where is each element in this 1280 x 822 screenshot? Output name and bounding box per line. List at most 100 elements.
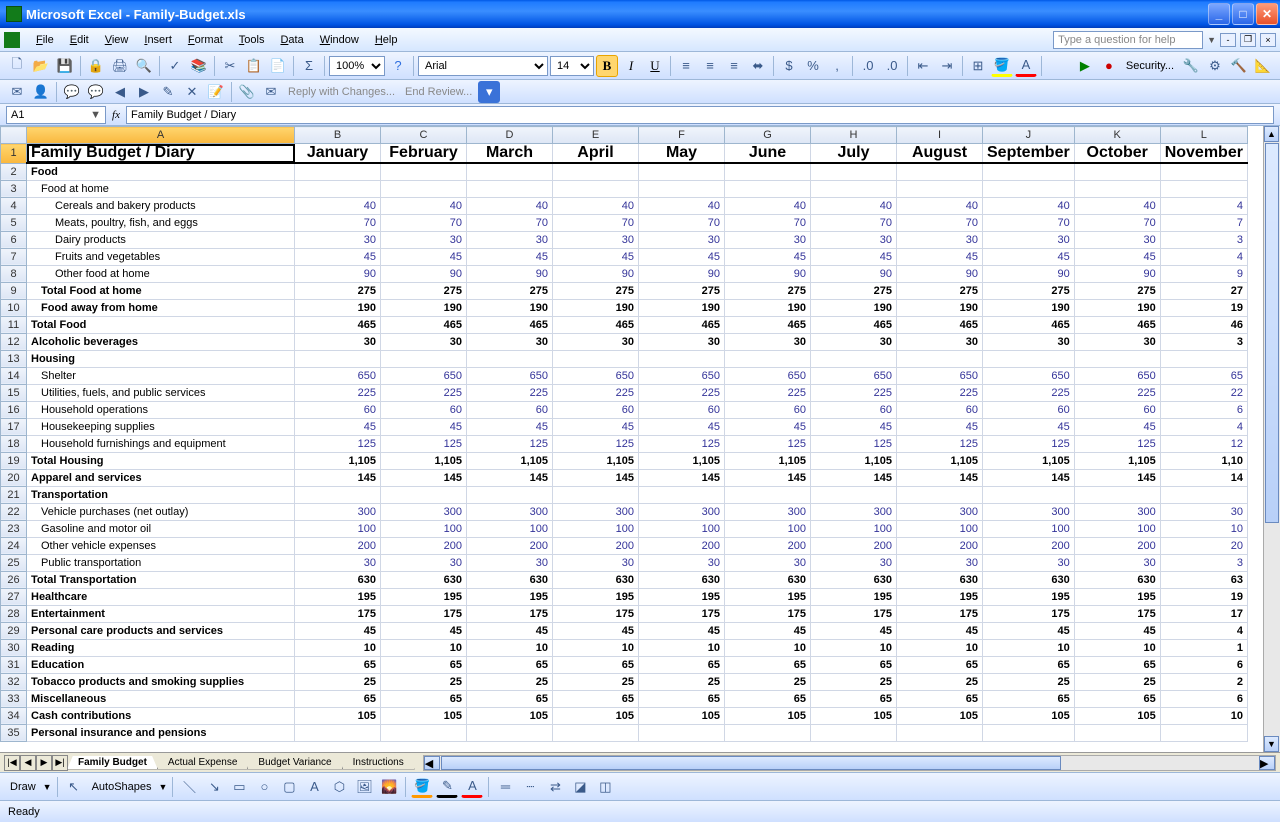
row-header-15[interactable]: 15 <box>1 384 27 401</box>
cell-J17[interactable]: 45 <box>983 418 1075 435</box>
cell-J33[interactable]: 65 <box>983 690 1075 707</box>
print-preview-button[interactable]: 🔍 <box>133 55 155 77</box>
cell-K23[interactable]: 100 <box>1074 520 1160 537</box>
cell-D29[interactable]: 45 <box>467 622 553 639</box>
cell-L20[interactable]: 14 <box>1160 469 1247 486</box>
cell-A19[interactable]: Total Housing <box>27 452 295 469</box>
cell-G31[interactable]: 65 <box>725 656 811 673</box>
cell-K13[interactable] <box>1074 350 1160 367</box>
cell-G13[interactable] <box>725 350 811 367</box>
cell-I27[interactable]: 195 <box>897 588 983 605</box>
select-objects-button[interactable]: ↖ <box>63 776 85 798</box>
cell-F4[interactable]: 40 <box>639 197 725 214</box>
cell-J24[interactable]: 200 <box>983 537 1075 554</box>
cell-D16[interactable]: 60 <box>467 401 553 418</box>
cell-D14[interactable]: 650 <box>467 367 553 384</box>
row-header-35[interactable]: 35 <box>1 724 27 741</box>
cell-E8[interactable]: 90 <box>553 265 639 282</box>
cell-C10[interactable]: 190 <box>381 299 467 316</box>
cell-C22[interactable]: 300 <box>381 503 467 520</box>
cell-E18[interactable]: 125 <box>553 435 639 452</box>
cell-E22[interactable]: 300 <box>553 503 639 520</box>
cell-D10[interactable]: 190 <box>467 299 553 316</box>
cell-J27[interactable]: 195 <box>983 588 1075 605</box>
cell-A2[interactable]: Food <box>27 163 295 180</box>
cell-J34[interactable]: 105 <box>983 707 1075 724</box>
arrow-style-button[interactable]: ⇄ <box>544 776 566 798</box>
cell-D26[interactable]: 630 <box>467 571 553 588</box>
cell-H23[interactable]: 100 <box>811 520 897 537</box>
cell-I23[interactable]: 100 <box>897 520 983 537</box>
cell-K1[interactable]: October <box>1074 144 1160 164</box>
row-header-4[interactable]: 4 <box>1 197 27 214</box>
cell-B26[interactable]: 630 <box>295 571 381 588</box>
cell-K26[interactable]: 630 <box>1074 571 1160 588</box>
row-header-31[interactable]: 31 <box>1 656 27 673</box>
row-header-30[interactable]: 30 <box>1 639 27 656</box>
cell-J21[interactable] <box>983 486 1075 503</box>
cell-B14[interactable]: 650 <box>295 367 381 384</box>
col-header-A[interactable]: A <box>27 127 295 144</box>
cell-B9[interactable]: 275 <box>295 282 381 299</box>
cell-H22[interactable]: 300 <box>811 503 897 520</box>
cell-A25[interactable]: Public transportation <box>27 554 295 571</box>
col-header-C[interactable]: C <box>381 127 467 144</box>
cell-C21[interactable] <box>381 486 467 503</box>
cell-I4[interactable]: 40 <box>897 197 983 214</box>
menu-help[interactable]: Help <box>367 32 406 48</box>
cell-E19[interactable]: 1,105 <box>553 452 639 469</box>
cell-D30[interactable]: 10 <box>467 639 553 656</box>
cell-G23[interactable]: 100 <box>725 520 811 537</box>
cell-I20[interactable]: 145 <box>897 469 983 486</box>
increase-indent-button[interactable]: ⇥ <box>936 55 958 77</box>
cell-D2[interactable] <box>467 163 553 180</box>
row-header-3[interactable]: 3 <box>1 180 27 197</box>
cell-C18[interactable]: 125 <box>381 435 467 452</box>
cell-F14[interactable]: 650 <box>639 367 725 384</box>
cell-G21[interactable] <box>725 486 811 503</box>
cell-E26[interactable]: 630 <box>553 571 639 588</box>
cell-G25[interactable]: 30 <box>725 554 811 571</box>
track-changes-button[interactable]: 📝 <box>205 81 227 103</box>
cell-J3[interactable] <box>983 180 1075 197</box>
cell-A22[interactable]: Vehicle purchases (net outlay) <box>27 503 295 520</box>
cell-C9[interactable]: 275 <box>381 282 467 299</box>
cell-C6[interactable]: 30 <box>381 231 467 248</box>
cell-D9[interactable]: 275 <box>467 282 553 299</box>
cell-F20[interactable]: 145 <box>639 469 725 486</box>
cell-L35[interactable] <box>1160 724 1247 741</box>
cell-E7[interactable]: 45 <box>553 248 639 265</box>
cell-H20[interactable]: 145 <box>811 469 897 486</box>
cell-H19[interactable]: 1,105 <box>811 452 897 469</box>
cell-D27[interactable]: 195 <box>467 588 553 605</box>
cell-E14[interactable]: 650 <box>553 367 639 384</box>
cell-B4[interactable]: 40 <box>295 197 381 214</box>
cell-D3[interactable] <box>467 180 553 197</box>
cell-L29[interactable]: 4 <box>1160 622 1247 639</box>
cell-C19[interactable]: 1,105 <box>381 452 467 469</box>
row-header-17[interactable]: 17 <box>1 418 27 435</box>
cell-B32[interactable]: 25 <box>295 673 381 690</box>
horizontal-scrollbar[interactable]: ◀ ▶ <box>423 755 1276 771</box>
cell-J25[interactable]: 30 <box>983 554 1075 571</box>
cell-A8[interactable]: Other food at home <box>27 265 295 282</box>
cell-I21[interactable] <box>897 486 983 503</box>
cell-H6[interactable]: 30 <box>811 231 897 248</box>
cell-C24[interactable]: 200 <box>381 537 467 554</box>
cell-B10[interactable]: 190 <box>295 299 381 316</box>
cell-A1[interactable]: Family Budget / Diary <box>27 144 295 164</box>
cell-J4[interactable]: 40 <box>983 197 1075 214</box>
row-header-29[interactable]: 29 <box>1 622 27 639</box>
cell-A17[interactable]: Housekeeping supplies <box>27 418 295 435</box>
cell-A11[interactable]: Total Food <box>27 316 295 333</box>
cell-E28[interactable]: 175 <box>553 605 639 622</box>
cell-E20[interactable]: 145 <box>553 469 639 486</box>
cell-D25[interactable]: 30 <box>467 554 553 571</box>
row-header-5[interactable]: 5 <box>1 214 27 231</box>
insert-comment-button[interactable]: 💬 <box>61 81 83 103</box>
doc-excel-icon[interactable] <box>4 32 20 48</box>
cell-F34[interactable]: 105 <box>639 707 725 724</box>
vba-button[interactable]: ⚙ <box>1204 55 1226 77</box>
cell-J11[interactable]: 465 <box>983 316 1075 333</box>
row-header-8[interactable]: 8 <box>1 265 27 282</box>
